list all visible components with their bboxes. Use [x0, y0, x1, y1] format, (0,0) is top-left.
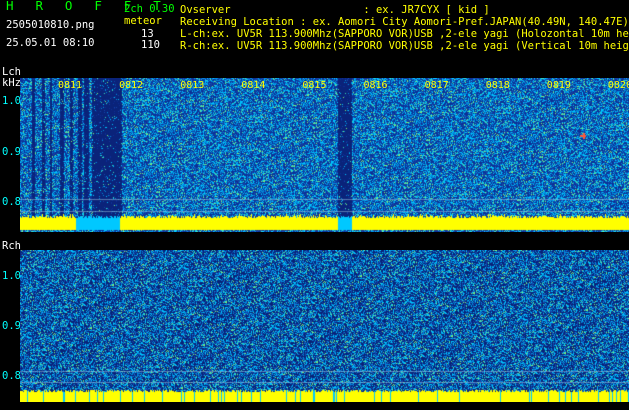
rch-waterfall	[20, 250, 629, 402]
rch-ytick-0-8: 0.8	[2, 370, 21, 382]
lch-ytick-0-8: 0.8	[2, 196, 21, 208]
lch-spectrogram	[20, 78, 629, 232]
location-info: Receiving Location : ex. Aomori City Aom…	[180, 16, 629, 28]
lch-waterfall	[20, 78, 629, 232]
time-tick-0812: 0812	[119, 80, 144, 91]
time-tick-0820: 0820	[607, 80, 629, 91]
observer-info: Ovserver : ex. JR7CYX [ kid ]	[180, 4, 490, 16]
rch-info: R-ch:ex. UV5R 113.900Mhz(SAPPORO VOR)USB…	[180, 40, 629, 52]
lch-ytick-1-0: 1.0	[2, 95, 21, 107]
meteor-label: meteor	[124, 15, 162, 27]
filename: 2505010810.png	[6, 19, 95, 31]
channel-mode: 2ch 0.30	[124, 3, 175, 15]
time-tick-0816: 0816	[363, 80, 388, 91]
lch-unit: kHz	[2, 77, 21, 89]
lch-ytick-0-9: 0.9	[2, 146, 21, 158]
meteor-rch-count: 110	[141, 39, 160, 51]
rch-ytick-1-0: 1.0	[2, 270, 21, 282]
time-tick-0814: 0814	[241, 80, 266, 91]
time-tick-0811: 0811	[58, 80, 83, 91]
time-tick-0819: 0819	[546, 80, 571, 91]
time-tick-0813: 0813	[180, 80, 205, 91]
time-tick-0817: 0817	[424, 80, 449, 91]
time-tick-0818: 0818	[485, 80, 510, 91]
rch-spectrogram	[20, 250, 629, 402]
rch-label: Rch	[2, 240, 21, 252]
time-tick-0815: 0815	[302, 80, 327, 91]
rch-ytick-0-9: 0.9	[2, 320, 21, 332]
datetime: 25.05.01 08:10	[6, 37, 95, 49]
lch-info: L-ch:ex. UV5R 113.900Mhz(SAPPORO VOR)USB…	[180, 28, 629, 40]
